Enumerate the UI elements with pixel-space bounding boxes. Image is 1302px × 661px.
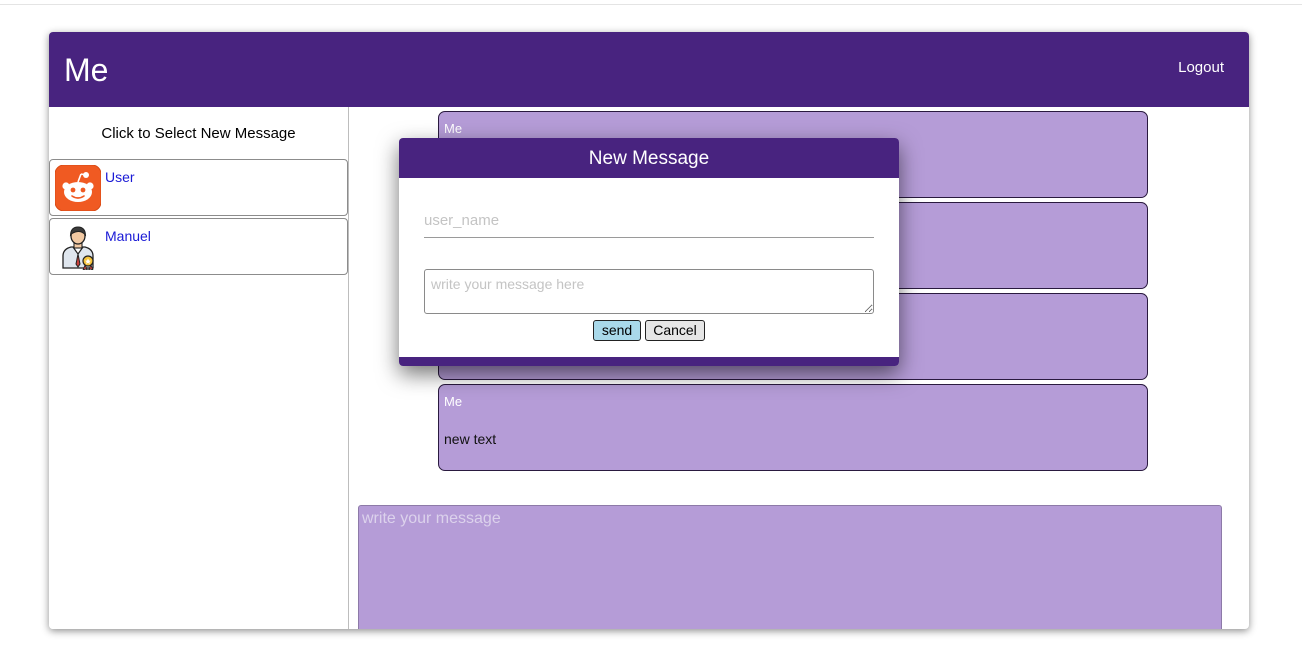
message-sender: Me	[444, 121, 463, 136]
new-message-dialog: New Message send Cancel	[399, 138, 899, 366]
message-bubble: Me new text	[438, 384, 1148, 471]
dialog-message-input[interactable]	[424, 269, 874, 314]
compose-message-input[interactable]	[358, 505, 1222, 629]
cancel-button[interactable]: Cancel	[645, 320, 705, 341]
contact-item-user[interactable]: User	[49, 159, 348, 216]
top-divider	[0, 4, 1302, 5]
dialog-footer-bar	[399, 357, 899, 366]
message-text: new text	[444, 431, 497, 447]
username-input[interactable]	[424, 204, 874, 238]
app-header: Me Logout	[49, 32, 1249, 107]
reddit-alien-icon	[55, 165, 101, 211]
dialog-title: New Message	[399, 138, 899, 178]
logout-link[interactable]: Logout	[1178, 59, 1224, 76]
contact-name: User	[105, 169, 135, 185]
contact-item-manuel[interactable]: Manuel	[49, 218, 348, 275]
page-title: Me	[64, 52, 109, 88]
contact-name: Manuel	[105, 228, 151, 244]
businessman-award-icon	[62, 226, 94, 270]
select-new-message-link[interactable]: Click to Select New Message	[49, 125, 348, 142]
send-button[interactable]: send	[593, 320, 641, 341]
message-sender: Me	[444, 394, 463, 409]
contacts-sidebar: Click to Select New Message User Manuel	[49, 107, 349, 629]
